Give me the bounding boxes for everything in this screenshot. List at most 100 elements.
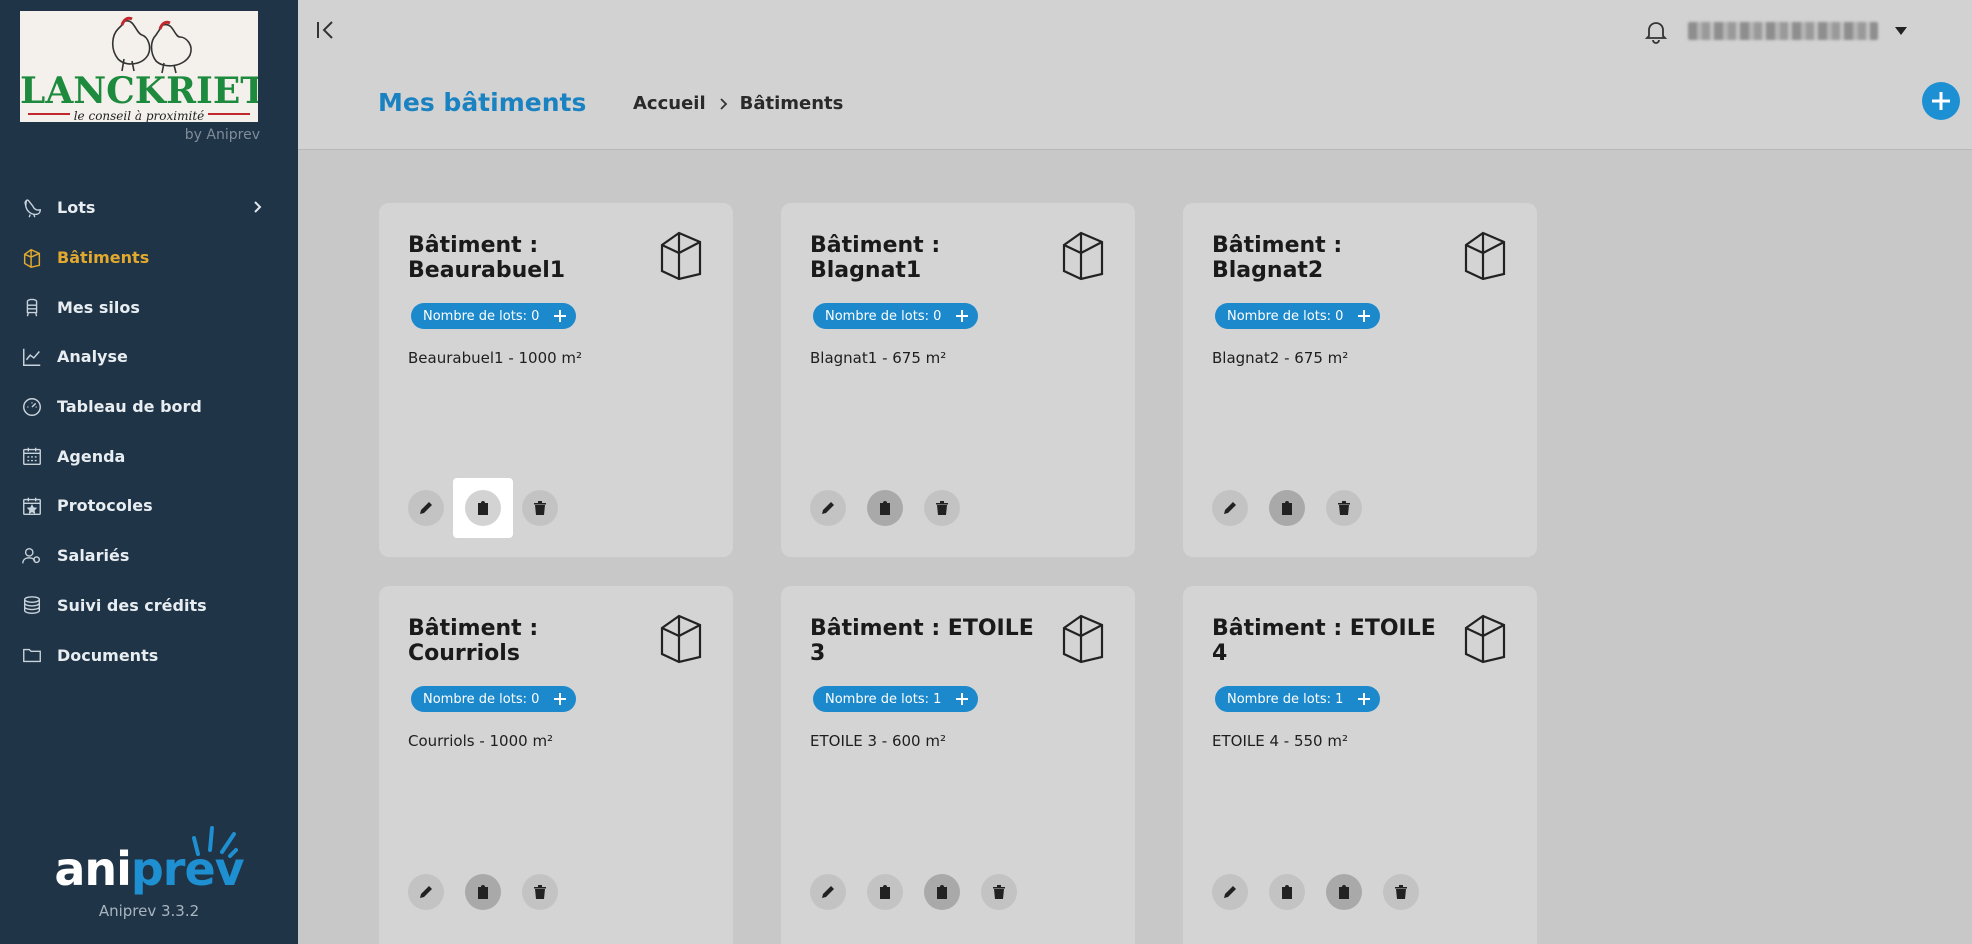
trash-icon: [1338, 501, 1350, 515]
sidebar-item-label: Suivi des crédits: [57, 595, 207, 615]
sidebar-item-salaries[interactable]: Salariés: [0, 531, 298, 581]
edit-button[interactable]: [408, 490, 444, 526]
lots-count-badge[interactable]: Nombre de lots: 0: [411, 686, 577, 712]
lots-count-badge[interactable]: Nombre de lots: 1: [1215, 686, 1381, 712]
clipboard-icon: [1282, 885, 1292, 899]
lanckriet-logo[interactable]: LANCKRIET le conseil à proximité: [20, 11, 258, 122]
plus-icon: [554, 693, 567, 705]
edit-button[interactable]: [810, 490, 846, 526]
clipboard-icon: [937, 885, 947, 899]
sidebar-item-agenda[interactable]: Agenda: [0, 431, 298, 481]
clipboard-button[interactable]: [453, 478, 513, 538]
sidebar-item-label: Documents: [57, 645, 159, 665]
sidebar-item-batiments[interactable]: Bâtiments: [0, 233, 298, 283]
sidebar-item-analyse[interactable]: Analyse: [0, 332, 298, 382]
delete-button[interactable]: [1383, 874, 1419, 910]
clipboard-button[interactable]: [1269, 874, 1305, 910]
sidebar-item-suivi-credits[interactable]: Suivi des crédits: [0, 581, 298, 631]
sidebar-item-protocoles[interactable]: Protocoles: [0, 481, 298, 531]
pencil-icon: [822, 886, 834, 898]
lots-count-badge[interactable]: Nombre de lots: 0: [813, 303, 979, 329]
clipboard-button[interactable]: [867, 490, 903, 526]
sidebar-item-tableau-de-bord[interactable]: Tableau de bord: [0, 382, 298, 432]
building-title: Bâtiment : Blagnat2: [1212, 233, 1343, 283]
lots-count-label: Nombre de lots: 0: [825, 308, 942, 324]
lots-count-badge[interactable]: Nombre de lots: 0: [411, 303, 577, 329]
lot-clipboard-button[interactable]: [1326, 874, 1362, 910]
username-blurred[interactable]: [1688, 22, 1878, 40]
sidebar-item-label: Agenda: [57, 446, 126, 466]
sidebar-item-label: Bâtiments: [57, 248, 150, 268]
lot-clipboard-button[interactable]: [924, 874, 960, 910]
lots-count-label: Nombre de lots: 1: [1227, 691, 1344, 707]
delete-button[interactable]: [522, 874, 558, 910]
lots-count-label: Nombre de lots: 0: [1227, 308, 1344, 324]
add-building-button[interactable]: [1922, 82, 1960, 120]
building-icon: [1062, 231, 1104, 281]
card-actions: [408, 874, 579, 910]
building-icon: [20, 246, 44, 270]
plus-icon: [1932, 92, 1950, 110]
building-title: Bâtiment : Blagnat1: [810, 233, 941, 283]
clipboard-button[interactable]: [1269, 490, 1305, 526]
chicken-icon: [20, 196, 44, 220]
delete-button[interactable]: [1326, 490, 1362, 526]
bell-icon[interactable]: [1643, 18, 1669, 44]
building-description: Courriols - 1000 m²: [408, 732, 554, 750]
pencil-icon: [420, 502, 432, 514]
aniprev-logo-part-a: ani: [54, 842, 132, 896]
caret-down-icon[interactable]: [1894, 26, 1908, 36]
clipboard-button[interactable]: [465, 874, 501, 910]
lots-count-label: Nombre de lots: 0: [423, 308, 540, 324]
card-actions: [1212, 874, 1440, 910]
building-title: Bâtiment : Beaurabuel1: [408, 233, 566, 283]
delete-button[interactable]: [522, 490, 558, 526]
trash-icon: [936, 501, 948, 515]
clipboard-icon: [880, 885, 890, 899]
edit-button[interactable]: [1212, 490, 1248, 526]
clipboard-icon: [880, 501, 890, 515]
card-actions: [408, 478, 579, 538]
trash-icon: [993, 885, 1005, 899]
logo-brand-text: LANCKRIET: [20, 70, 258, 112]
card-actions: [810, 490, 981, 526]
clipboard-icon: [1282, 501, 1292, 515]
building-card: Bâtiment : ETOILE 3 Nombre de lots: 1 ET…: [781, 586, 1135, 944]
building-card: Bâtiment : ETOILE 4 Nombre de lots: 1 ET…: [1183, 586, 1537, 944]
lots-count-label: Nombre de lots: 1: [825, 691, 942, 707]
sidebar-item-label: Tableau de bord: [57, 397, 202, 417]
app-version: Aniprev 3.3.2: [98, 902, 200, 920]
breadcrumb-home[interactable]: Accueil: [633, 93, 706, 114]
calendar-icon: [20, 444, 44, 468]
delete-button[interactable]: [981, 874, 1017, 910]
lots-count-badge[interactable]: Nombre de lots: 1: [813, 686, 979, 712]
page-title: Mes bâtiments: [378, 88, 587, 117]
edit-button[interactable]: [810, 874, 846, 910]
chickens-logo-icon: [111, 16, 192, 74]
lots-count-label: Nombre de lots: 0: [423, 691, 540, 707]
plus-icon: [956, 310, 969, 322]
rays-icon: [191, 826, 238, 858]
delete-button[interactable]: [924, 490, 960, 526]
building-description: Blagnat1 - 675 m²: [810, 349, 947, 367]
clipboard-button[interactable]: [867, 874, 903, 910]
chevron-right-icon: [254, 201, 262, 213]
building-icon: [1464, 614, 1506, 664]
sidebar-item-label: Lots: [57, 198, 96, 218]
edit-button[interactable]: [408, 874, 444, 910]
logo-slogan: le conseil à proximité: [69, 109, 209, 122]
coins-icon: [20, 593, 44, 617]
sidebar: LANCKRIET le conseil à proximité by Anip…: [0, 0, 298, 944]
sidebar-item-silos[interactable]: Mes silos: [0, 282, 298, 332]
plus-icon: [956, 693, 969, 705]
edit-button[interactable]: [1212, 874, 1248, 910]
plus-icon: [1358, 693, 1371, 705]
collapse-sidebar-icon[interactable]: [312, 16, 340, 44]
sidebar-item-documents[interactable]: Documents: [0, 630, 298, 680]
sidebar-item-label: Mes silos: [57, 297, 140, 317]
building-description: Beaurabuel1 - 1000 m²: [408, 349, 583, 367]
sidebar-item-label: Analyse: [57, 347, 128, 367]
sidebar-item-lots[interactable]: Lots: [0, 183, 298, 233]
sidebar-nav: Lots Bâtiments Mes silos Analyse Tableau…: [0, 183, 298, 680]
lots-count-badge[interactable]: Nombre de lots: 0: [1215, 303, 1381, 329]
